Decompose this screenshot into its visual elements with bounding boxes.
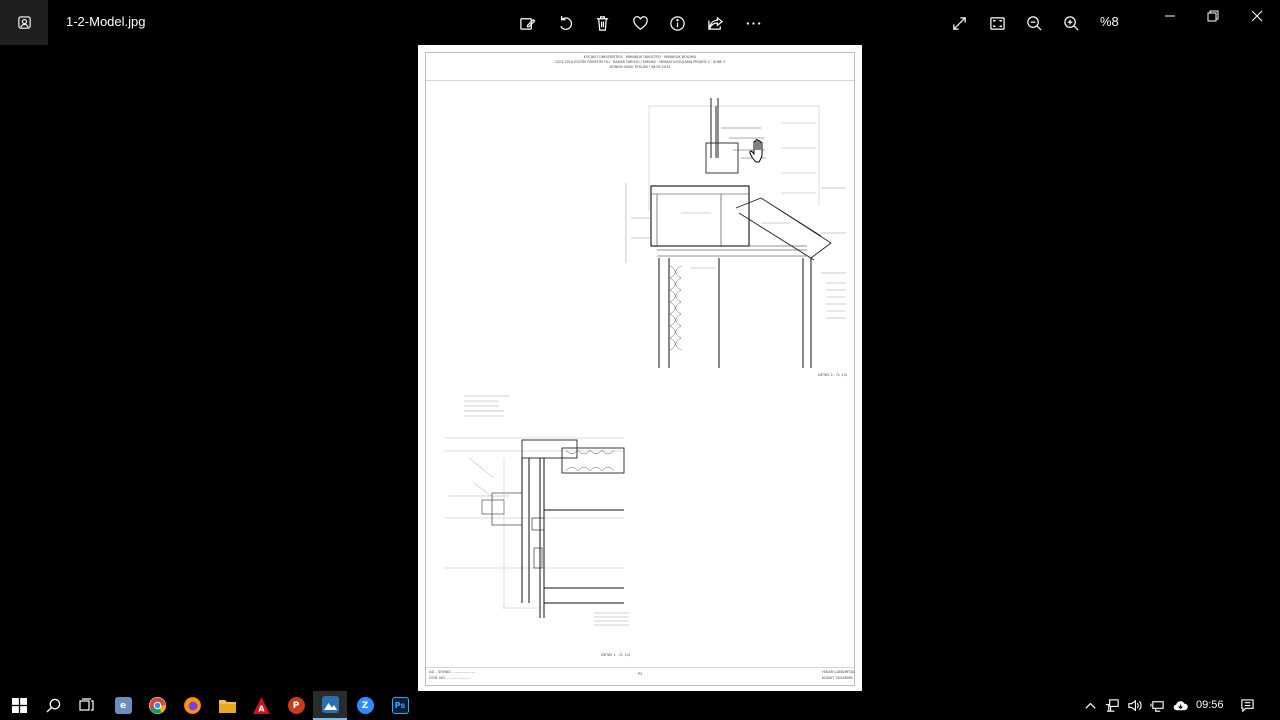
taskbar-app-6[interactable]: P (279, 691, 313, 720)
header-rule (426, 80, 854, 81)
svg-text:A: A (258, 705, 265, 714)
detail-drawing-top (625, 98, 846, 368)
photoshop-icon: Ps (391, 697, 409, 714)
detail-label-top: DETAY 2 - Ö: 1/2 (818, 373, 848, 377)
more-options-icon[interactable] (738, 8, 768, 38)
zoom-level[interactable]: %8 (1100, 14, 1119, 29)
file-name: 1-2-Model.jpg (66, 14, 146, 29)
title-bar: 1-2-Model.jpg %8 (0, 0, 1280, 45)
footer-title-2: KONUT TASARIMI (822, 676, 853, 680)
firefox-icon (183, 697, 201, 714)
task-view-icon[interactable] (70, 691, 104, 720)
footer-name-field: AD - SOYAD: .................... (429, 670, 476, 674)
rotate-icon[interactable] (550, 8, 580, 38)
header-line-1: KOCAELİ ÜNİVERSİTESİ · MİMARLIK FAKÜLTES… (583, 55, 697, 59)
header-line-3: DÖNEM SONU TESLİMİ / 08.05.2024 (609, 65, 671, 69)
taskbar-app-2[interactable] (140, 691, 174, 720)
volume-icon[interactable] (1126, 697, 1143, 714)
network-icon[interactable] (1104, 697, 1121, 714)
zoom-in-icon[interactable] (1056, 8, 1086, 38)
show-hidden-icons-chevron-up-icon[interactable] (1082, 697, 1099, 714)
autocad-icon: A (252, 697, 270, 714)
start-windows-icon[interactable] (2, 691, 36, 720)
search-icon[interactable] (36, 691, 70, 720)
drawing-sheet-frame: KOCAELİ ÜNİVERSİTESİ · MİMARLIK FAKÜLTES… (425, 52, 855, 686)
zoom-out-icon[interactable] (1019, 8, 1049, 38)
info-icon[interactable] (662, 8, 692, 38)
zoom-app-icon: Z (356, 697, 374, 714)
detail-label-bottom: DETAY 1 - Ö: 1/2 (601, 653, 631, 657)
battery-plug-icon[interactable] (1149, 697, 1166, 714)
taskbar-app-1[interactable]: e (106, 691, 140, 720)
powerpoint-icon: P (287, 697, 305, 714)
delete-icon[interactable] (587, 8, 617, 38)
notification-center-icon[interactable] (1239, 697, 1256, 714)
footer-title-1: HİSAR ÇANDIR'DA (822, 670, 855, 674)
document-image: KOCAELİ ÜNİVERSİTESİ · MİMARLIK FAKÜLTES… (418, 45, 862, 691)
minimize-icon[interactable] (1147, 0, 1193, 32)
hand-cursor-icon (749, 139, 763, 163)
onedrive-cloud-icon[interactable] (1172, 697, 1189, 714)
edge-icon: e (114, 697, 132, 714)
taskbar-app-3[interactable] (175, 691, 209, 720)
photos-icon (321, 696, 339, 713)
close-icon[interactable] (1234, 0, 1280, 32)
file-explorer-icon (218, 697, 236, 714)
photos-app-icon[interactable] (0, 0, 48, 45)
taskbar-app-9[interactable]: Ps (383, 691, 417, 720)
detail-drawing-bottom (444, 395, 629, 626)
chrome-icon (148, 697, 166, 714)
fit-to-window-icon[interactable] (982, 8, 1012, 38)
taskbar-app-8[interactable]: Z (348, 691, 382, 720)
restore-icon[interactable] (1190, 0, 1236, 32)
taskbar: e A P Z Ps 09:56 (0, 691, 1280, 720)
footer-rule (426, 667, 854, 668)
share-icon[interactable] (700, 8, 730, 38)
edit-image-icon[interactable] (512, 8, 542, 38)
header-line-2: 2023-2024 EĞİTİM ÖĞRETİM YILI · BAHAR YA… (554, 60, 726, 64)
image-viewer[interactable]: KOCAELİ ÜNİVERSİTESİ · MİMARLIK FAKÜLTES… (0, 45, 1280, 691)
taskbar-app-5[interactable]: A (244, 691, 278, 720)
full-screen-icon[interactable] (944, 8, 974, 38)
footer-student-no-field: ÖĞR. NO: .................... (429, 676, 470, 680)
clock-time[interactable]: 09:56 (1196, 699, 1224, 711)
taskbar-app-4[interactable] (210, 691, 244, 720)
footer-page-number: P2 (638, 672, 643, 676)
favorite-heart-icon[interactable] (625, 8, 655, 38)
taskbar-app-7-photos-active[interactable] (313, 691, 347, 720)
